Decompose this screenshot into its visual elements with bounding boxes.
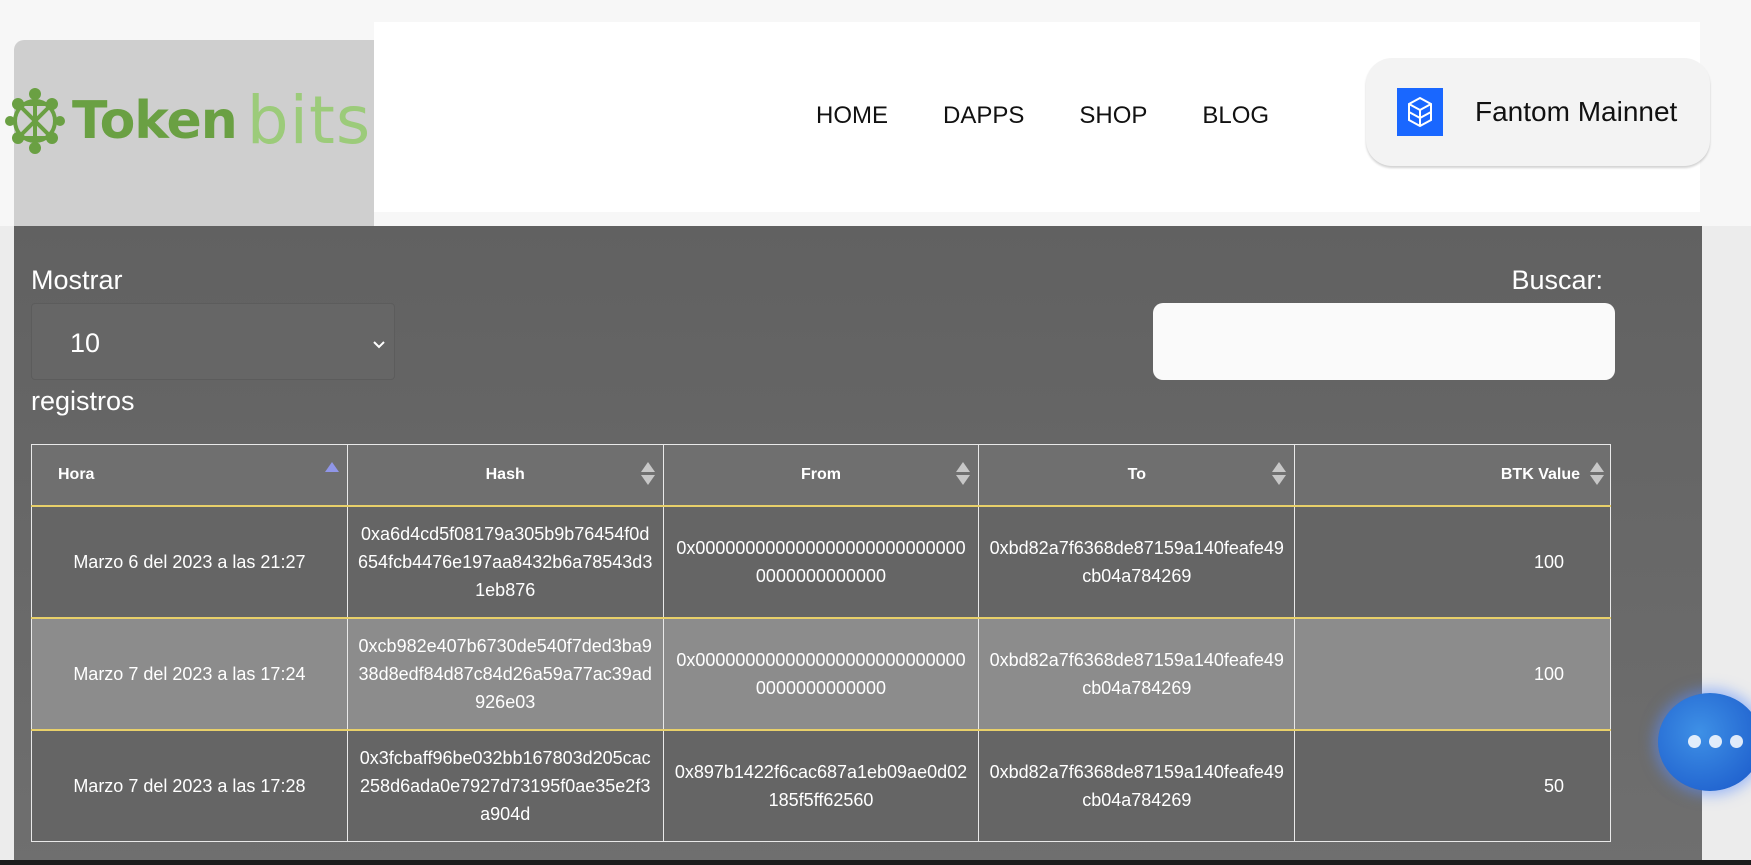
column-title: Hora xyxy=(58,466,95,483)
column-header-to[interactable]: To xyxy=(978,444,1296,507)
table-row[interactable]: Marzo 7 del 2023 a las 17:28 0x3fcbaff96… xyxy=(31,729,1611,842)
cell-btk-value: 100 xyxy=(1294,505,1611,619)
network-nodes-icon xyxy=(5,87,65,154)
cell-from: 0x00000000000000000000000000000000000000… xyxy=(662,505,980,619)
cell-from: 0x00000000000000000000000000000000000000… xyxy=(662,617,980,731)
sort-icon xyxy=(1272,462,1287,486)
nav-home[interactable]: HOME xyxy=(816,102,888,130)
chat-widget-button[interactable] xyxy=(1658,693,1751,791)
cell-btk-value: 50 xyxy=(1294,729,1611,842)
main-nav: HOME DAPPS SHOP BLOG xyxy=(816,102,1269,130)
transactions-table: Hora Hash From To BTK Value Marzo 6 del … xyxy=(31,444,1611,842)
network-label: Fantom Mainnet xyxy=(1475,96,1678,127)
cell-hora: Marzo 6 del 2023 a las 21:27 xyxy=(31,505,348,619)
sort-asc-icon xyxy=(324,462,339,486)
sort-icon xyxy=(956,462,971,486)
column-title: To xyxy=(1127,466,1146,483)
page-size-value: 10 xyxy=(70,328,101,358)
chat-typing-icon xyxy=(1688,735,1743,748)
cell-btk-value: 100 xyxy=(1294,617,1611,731)
column-header-from[interactable]: From xyxy=(662,444,980,507)
show-entries-label: Mostrar xyxy=(31,265,123,295)
nav-dapps[interactable]: DAPPS xyxy=(943,102,1024,130)
search-label: Buscar: xyxy=(1511,265,1603,295)
cell-to: 0xbd82a7f6368de87159a140feafe49cb04a7842… xyxy=(978,505,1296,619)
column-title: BTK Value xyxy=(1500,466,1580,483)
tokenbits-logo[interactable]: Token bits xyxy=(4,82,371,159)
cell-hash: 0xa6d4cd5f08179a305b9b76454f0d654fcb4476… xyxy=(346,505,664,619)
bottom-bar xyxy=(0,860,1751,865)
column-header-hash[interactable]: Hash xyxy=(346,444,664,507)
nav-blog[interactable]: BLOG xyxy=(1202,102,1269,130)
cell-from: 0x897b1422f6cac687a1eb09ae0d02185f5ff625… xyxy=(662,729,980,842)
column-title: Hash xyxy=(485,466,525,483)
nav-shop[interactable]: SHOP xyxy=(1079,102,1147,130)
column-header-hora[interactable]: Hora xyxy=(31,444,348,507)
chevron-down-icon xyxy=(372,334,386,355)
cell-hora: Marzo 7 del 2023 a las 17:24 xyxy=(31,617,348,731)
sort-icon xyxy=(1590,462,1604,486)
fantom-icon xyxy=(1397,88,1443,136)
cell-to: 0xbd82a7f6368de87159a140feafe49cb04a7842… xyxy=(978,729,1296,842)
table-row[interactable]: Marzo 7 del 2023 a las 17:24 0xcb982e407… xyxy=(31,617,1611,731)
column-title: From xyxy=(800,466,841,483)
records-label: registros xyxy=(31,386,135,416)
column-header-btk-value[interactable]: BTK Value xyxy=(1294,444,1611,507)
cell-hash: 0xcb982e407b6730de540f7ded3ba938d8edf84d… xyxy=(346,617,664,731)
cell-to: 0xbd82a7f6368de87159a140feafe49cb04a7842… xyxy=(978,617,1296,731)
page-size-select[interactable]: 10 xyxy=(31,303,395,380)
cell-hora: Marzo 7 del 2023 a las 17:28 xyxy=(31,729,348,842)
logo-text-token: Token xyxy=(72,90,238,151)
network-selector-button[interactable]: Fantom Mainnet xyxy=(1366,58,1710,166)
search-input[interactable] xyxy=(1153,303,1615,380)
cell-hash: 0x3fcbaff96be032bb167803d205cac258d6ada0… xyxy=(346,729,664,842)
table-header-row: Hora Hash From To BTK Value xyxy=(31,444,1611,507)
logo-text-bits: bits xyxy=(246,82,372,159)
sort-icon xyxy=(640,462,655,486)
table-row[interactable]: Marzo 6 del 2023 a las 21:27 0xa6d4cd5f0… xyxy=(31,505,1611,619)
